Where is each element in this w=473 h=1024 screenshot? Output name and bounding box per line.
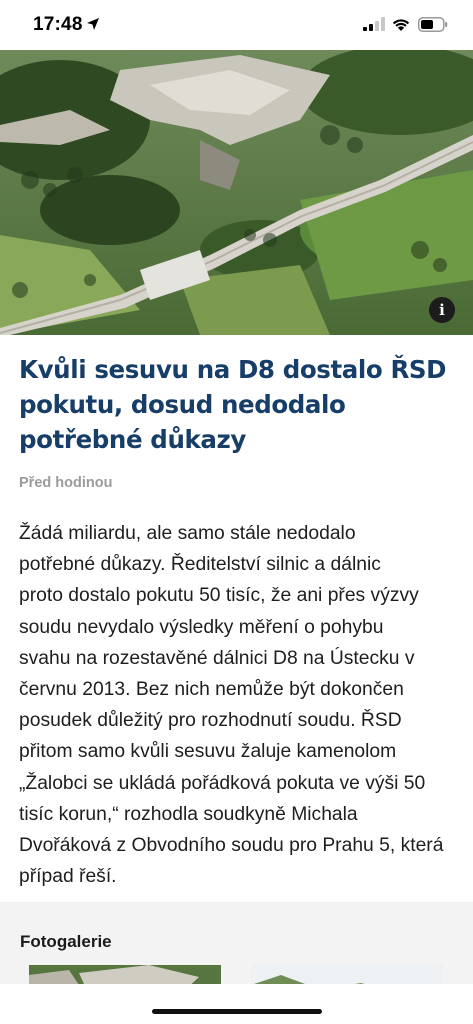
body-line: Dvořáková z Obvodního soudu pro Prahu 5,… <box>19 835 444 857</box>
body-line: svahu na rozestavěné dálnici D8 na Ústec… <box>19 647 415 669</box>
body-line: přitom samo kvůli sesuvu žaluje kamenolo… <box>19 741 397 763</box>
wifi-icon <box>392 19 410 31</box>
status-bar: 17:48 <box>0 0 473 50</box>
body-line: Žádá miliardu, ale samo stále nedodalo <box>19 523 356 544</box>
status-time: 17:48 <box>33 14 83 35</box>
title-line: potřebné důkazy <box>19 425 246 454</box>
body-line: „Žalobci se ukládá pořádková pokuta ve v… <box>19 772 426 794</box>
title-line: pokutu, dosud nedodalo <box>19 390 346 419</box>
body-line: proto dostalo pokutu 50 tisíc, že ani př… <box>19 585 419 607</box>
article-body: Žádá miliardu, ale samo stále nedodalo p… <box>19 518 459 892</box>
body-line: tisíc korun,“ rozhodla soudkyně Michala <box>19 803 358 825</box>
publish-time: Před hodinou <box>19 475 113 491</box>
hero-landslide-image <box>0 50 473 335</box>
body-line: červnu 2013. Bez nich nemůže být dokonče… <box>19 679 404 701</box>
photo-info-button[interactable]: i <box>429 297 455 323</box>
hero-photo[interactable]: i <box>0 50 473 335</box>
body-line: případ řeší. <box>19 866 117 888</box>
info-icon: i <box>439 301 445 319</box>
title-line: Kvůli sesuvu na D8 dostalo ŘSD <box>19 355 447 384</box>
home-indicator[interactable] <box>152 1009 322 1014</box>
bottom-safe-area <box>0 984 473 1024</box>
body-line: posudek důležitý pro rozhodnutí soudu. Ř… <box>19 710 402 732</box>
battery-icon <box>418 17 448 32</box>
location-arrow-icon <box>87 18 99 30</box>
gallery-heading: Fotogalerie <box>20 932 112 951</box>
body-line: soudu nevydalo výsledky měření o pohybu <box>19 616 384 638</box>
body-line: potřebné důkazy. Ředitelství silnic a dá… <box>19 554 381 576</box>
article-title: Kvůli sesuvu na D8 dostalo ŘSD pokutu, d… <box>19 352 459 457</box>
cellular-signal-icon <box>363 17 385 31</box>
